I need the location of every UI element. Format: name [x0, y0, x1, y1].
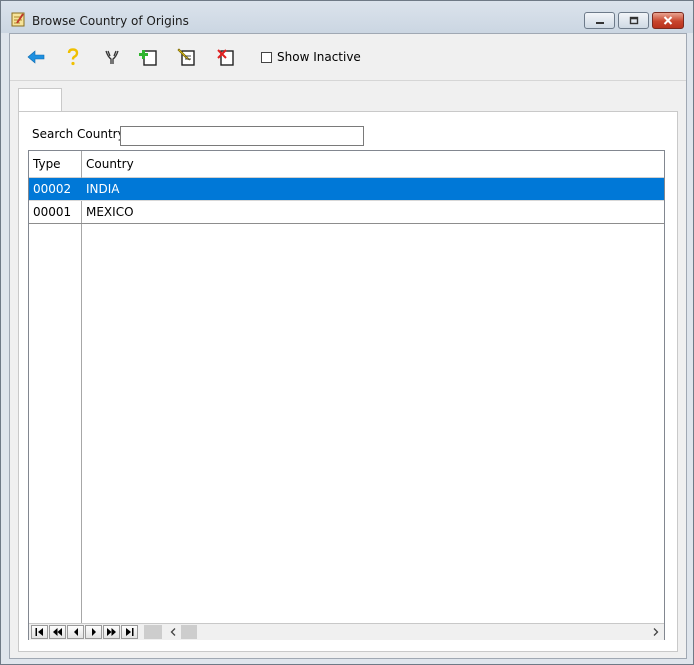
- scroll-right-button[interactable]: [648, 625, 664, 639]
- edit-record-button[interactable]: [176, 46, 198, 68]
- chevron-left-icon: [170, 628, 176, 636]
- first-icon: [35, 628, 43, 636]
- back-button[interactable]: [25, 46, 47, 68]
- column-header-type[interactable]: Type: [29, 151, 81, 177]
- add-record-icon: [139, 50, 157, 66]
- next-icon: [91, 628, 96, 636]
- horizontal-scrollbar-thumb[interactable]: [181, 625, 197, 639]
- previous-page-button[interactable]: [49, 625, 66, 639]
- last-icon: [126, 628, 134, 636]
- scroll-left-button[interactable]: [165, 625, 181, 639]
- toolbar: Show Inactive: [10, 34, 686, 81]
- country-grid: Type Country 00002 INDIA 00001 MEXICO: [28, 150, 665, 640]
- cell-country: INDIA: [86, 182, 120, 196]
- previous-record-button[interactable]: [67, 625, 84, 639]
- next-record-button[interactable]: [85, 625, 102, 639]
- window-title: Browse Country of Origins: [32, 14, 189, 28]
- add-record-button[interactable]: [137, 46, 159, 68]
- last-record-button[interactable]: [121, 625, 138, 639]
- prev-icon: [73, 628, 78, 636]
- search-country-label: Search Country: [32, 127, 125, 141]
- fast-forward-icon: [107, 628, 116, 636]
- grid-header: Type Country: [29, 151, 664, 178]
- close-icon: [663, 16, 673, 25]
- minimize-icon: [595, 21, 604, 24]
- tab-control: Search Country Type Country 00002 INDIA: [18, 88, 678, 652]
- delete-record-button[interactable]: [215, 46, 237, 68]
- delete-record-icon: [217, 49, 234, 66]
- client-area: Show Inactive Search Country Type Countr…: [9, 33, 687, 659]
- cell-type: 00001: [33, 205, 72, 219]
- show-inactive-checkbox[interactable]: [261, 51, 272, 63]
- rewind-icon: [53, 628, 62, 636]
- table-row[interactable]: 00001 MEXICO: [29, 201, 664, 224]
- show-inactive-toggle[interactable]: Show Inactive: [261, 49, 361, 65]
- filter-icon: [105, 50, 119, 64]
- tab-browse[interactable]: [18, 88, 62, 112]
- restore-icon: [629, 16, 638, 25]
- next-page-button[interactable]: [103, 625, 120, 639]
- tab-panel: Search Country Type Country 00002 INDIA: [18, 111, 678, 652]
- minimize-button[interactable]: [584, 12, 615, 29]
- cell-type: 00002: [33, 182, 72, 196]
- show-inactive-label: Show Inactive: [277, 50, 361, 64]
- chevron-right-icon: [653, 628, 659, 636]
- column-header-country[interactable]: Country: [82, 151, 664, 177]
- browse-country-window: Browse Country of Origins Show Inactive …: [0, 0, 694, 665]
- edit-record-icon: [177, 48, 195, 66]
- navigator-grip[interactable]: [144, 625, 162, 639]
- help-icon: [67, 48, 79, 66]
- table-row[interactable]: 00002 INDIA: [29, 178, 664, 201]
- filter-button[interactable]: [101, 46, 123, 68]
- record-navigator: [29, 623, 664, 640]
- search-country-input[interactable]: [120, 126, 364, 146]
- title-bar[interactable]: Browse Country of Origins: [1, 1, 693, 33]
- help-button[interactable]: [62, 46, 84, 68]
- grid-rows: 00002 INDIA 00001 MEXICO: [29, 178, 664, 224]
- close-button[interactable]: [652, 12, 684, 29]
- first-record-button[interactable]: [31, 625, 48, 639]
- notepad-icon: [11, 12, 25, 27]
- maximize-button[interactable]: [618, 12, 649, 29]
- cell-country: MEXICO: [86, 205, 134, 219]
- back-arrow-icon: [27, 50, 45, 64]
